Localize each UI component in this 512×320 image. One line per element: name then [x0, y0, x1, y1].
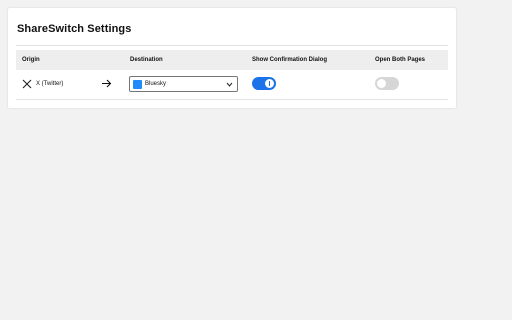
column-header-origin: Origin: [22, 57, 40, 63]
arrow-right-icon: [102, 79, 112, 88]
destination-select[interactable]: Bluesky: [129, 76, 238, 92]
settings-card: ShareSwitch Settings Origin Destination …: [8, 8, 456, 108]
title-divider: [16, 45, 448, 46]
x-logo-icon: [22, 79, 32, 89]
table-row: X (Twitter) Bluesky: [16, 70, 448, 100]
page-title: ShareSwitch Settings: [17, 23, 132, 35]
column-header-open-both: Open Both Pages: [375, 57, 426, 63]
destination-select-value: Bluesky: [145, 81, 167, 87]
column-header-destination: Destination: [130, 57, 163, 63]
toggle-knob: [265, 79, 274, 88]
toggle-knob: [377, 79, 386, 88]
column-header-confirmation: Show Confirmation Dialog: [252, 57, 327, 63]
origin-label: X (Twitter): [36, 81, 64, 87]
open-both-pages-toggle[interactable]: [375, 77, 399, 90]
chevron-down-icon: [226, 82, 233, 87]
table-header: Origin Destination Show Confirmation Dia…: [16, 50, 448, 70]
bluesky-logo-icon: [133, 80, 142, 89]
show-confirmation-toggle[interactable]: [252, 77, 276, 90]
